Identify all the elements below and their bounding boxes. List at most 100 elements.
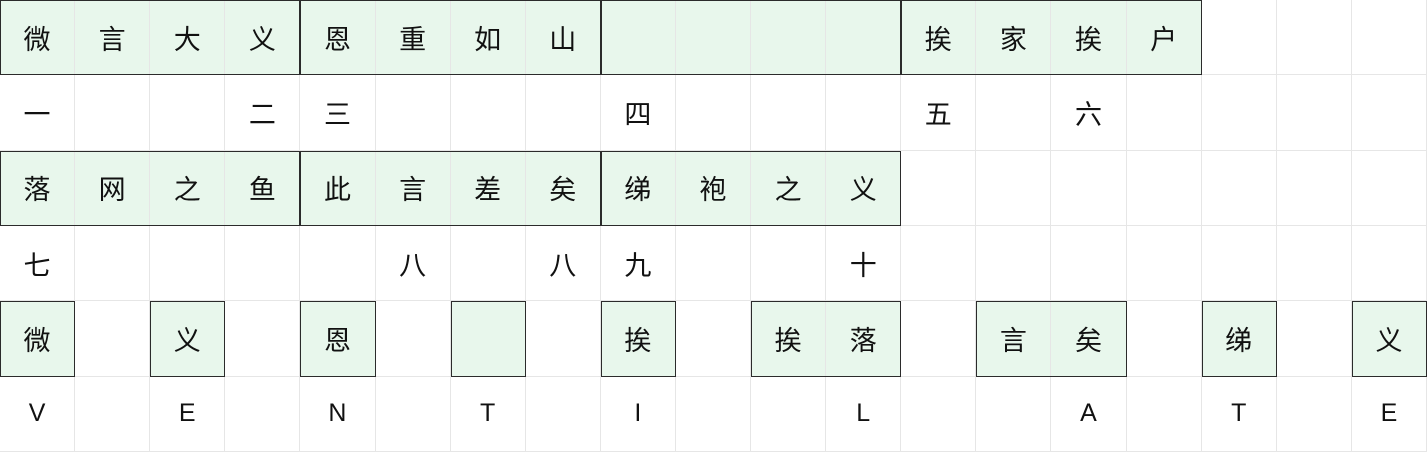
grid-cell-r5-c0: V	[0, 376, 76, 452]
grid-cell-r2-c3: 鱼	[225, 150, 301, 226]
grid-cell-r5-c7	[525, 376, 601, 452]
grid-cell-r3-c14	[1051, 226, 1127, 302]
grid-cell-r4-c7	[525, 301, 601, 377]
grid-cell-r4-c11: 落	[826, 301, 902, 377]
grid-cell-r5-c3	[225, 376, 301, 452]
grid-cell-r0-c13: 家	[976, 0, 1052, 76]
grid-cell-r4-c18: 义	[1351, 301, 1427, 377]
grid-cell-r5-c5	[375, 376, 451, 452]
grid-cell-r5-c17	[1276, 376, 1352, 452]
grid-cell-r3-c8: 九	[600, 226, 676, 302]
grid-cell-r2-c1: 网	[75, 150, 151, 226]
grid-cell-r3-c0: 七	[0, 226, 76, 302]
grid-cell-r3-c7: 八	[525, 226, 601, 302]
grid-cell-r3-c11: 十	[826, 226, 902, 302]
grid-cell-r1-c3: 二	[225, 75, 301, 151]
grid-cell-r0-c10	[751, 0, 827, 76]
puzzle-grid: 微言大义恩重如山挨家挨户一二三四五六落网之鱼此言差矣绨袍之义七八八九十微义恩挨挨…	[0, 0, 1427, 452]
grid-cell-r1-c12: 五	[901, 75, 977, 151]
grid-cell-r0-c6: 如	[450, 0, 526, 76]
grid-cell-r0-c3: 义	[225, 0, 301, 76]
grid-cell-r0-c9	[675, 0, 752, 76]
grid-cell-r2-c15	[1126, 150, 1202, 226]
grid-cell-r3-c16	[1201, 226, 1277, 302]
grid-cell-r4-c12	[901, 301, 977, 377]
grid-cell-r2-c7: 矣	[525, 150, 601, 226]
grid-cell-r2-c5: 言	[375, 150, 451, 226]
grid-cell-r5-c4: N	[300, 376, 376, 452]
grid-cell-r2-c14	[1051, 150, 1127, 226]
grid-cell-r0-c0: 微	[0, 0, 76, 76]
grid-cell-r1-c13	[976, 75, 1052, 151]
grid-cell-r4-c14: 矣	[1051, 301, 1127, 377]
grid-cell-r5-c9	[675, 376, 752, 452]
grid-cell-r1-c5	[375, 75, 451, 151]
grid-cell-r3-c18	[1351, 226, 1427, 302]
grid-cell-r1-c11	[826, 75, 902, 151]
grid-cell-r2-c12	[901, 150, 977, 226]
grid-cell-r1-c14: 六	[1051, 75, 1127, 151]
grid-cell-r0-c5: 重	[375, 0, 451, 76]
grid-cell-r0-c17	[1276, 0, 1352, 76]
grid-cell-r4-c2: 义	[150, 301, 226, 377]
grid-cell-r2-c11: 义	[826, 150, 902, 226]
grid-cell-r3-c1	[75, 226, 151, 302]
grid-cell-r4-c0: 微	[0, 301, 76, 377]
grid-cell-r3-c10	[751, 226, 827, 302]
grid-cell-r5-c15	[1126, 376, 1202, 452]
grid-cell-r2-c16	[1201, 150, 1277, 226]
grid-cell-r0-c2: 大	[150, 0, 226, 76]
grid-cell-r1-c17	[1276, 75, 1352, 151]
grid-cell-r1-c18	[1351, 75, 1427, 151]
grid-cell-r5-c13	[976, 376, 1052, 452]
grid-cell-r2-c4: 此	[300, 150, 376, 226]
grid-cell-r0-c4: 恩	[300, 0, 376, 76]
grid-cell-r0-c18	[1351, 0, 1427, 76]
grid-cell-r4-c4: 恩	[300, 301, 376, 377]
grid-cell-r3-c3	[225, 226, 301, 302]
grid-cell-r2-c17	[1276, 150, 1352, 226]
grid-cell-r4-c13: 言	[976, 301, 1052, 377]
grid-cell-r5-c6: T	[450, 376, 526, 452]
grid-cell-r0-c7: 山	[525, 0, 601, 76]
grid-cell-r2-c10: 之	[751, 150, 827, 226]
grid-cell-r0-c8	[600, 0, 676, 76]
grid-cell-r1-c9	[675, 75, 752, 151]
grid-cell-r3-c4	[300, 226, 376, 302]
grid-cell-r2-c6: 差	[450, 150, 526, 226]
grid-cell-r1-c15	[1126, 75, 1202, 151]
grid-cell-r5-c12	[901, 376, 977, 452]
grid-cell-r4-c3	[225, 301, 301, 377]
grid-cell-r5-c2: E	[150, 376, 226, 452]
grid-cell-r4-c9	[675, 301, 752, 377]
grid-cell-r1-c2	[150, 75, 226, 151]
grid-cell-r3-c9	[675, 226, 752, 302]
grid-cell-r2-c13	[976, 150, 1052, 226]
grid-cell-r1-c16	[1201, 75, 1277, 151]
grid-cell-r0-c16	[1201, 0, 1277, 76]
grid-cell-r4-c1	[75, 301, 151, 377]
grid-cell-r0-c15: 户	[1126, 0, 1202, 76]
grid-cell-r5-c1	[75, 376, 151, 452]
grid-cell-r5-c8: I	[600, 376, 676, 452]
grid-cell-r3-c13	[976, 226, 1052, 302]
grid-cell-r2-c2: 之	[150, 150, 226, 226]
grid-cell-r0-c12: 挨	[901, 0, 977, 76]
grid-cell-r3-c17	[1276, 226, 1352, 302]
grid-cell-r0-c1: 言	[75, 0, 151, 76]
grid-cell-r1-c8: 四	[600, 75, 676, 151]
grid-cell-r3-c5: 八	[375, 226, 451, 302]
grid-cell-r1-c0: 一	[0, 75, 76, 151]
grid-cell-r5-c18: E	[1351, 376, 1427, 452]
grid-cell-r5-c16: T	[1201, 376, 1277, 452]
grid-cell-r5-c10	[751, 376, 827, 452]
grid-cell-r1-c4: 三	[300, 75, 376, 151]
grid-cell-r4-c17	[1276, 301, 1352, 377]
grid-cell-r3-c15	[1126, 226, 1202, 302]
grid-cell-r2-c18	[1351, 150, 1427, 226]
grid-cell-r3-c6	[450, 226, 526, 302]
grid-cell-r4-c15	[1126, 301, 1202, 377]
grid-cell-r3-c2	[150, 226, 226, 302]
grid-cell-r1-c10	[751, 75, 827, 151]
grid-cell-r1-c6	[450, 75, 526, 151]
